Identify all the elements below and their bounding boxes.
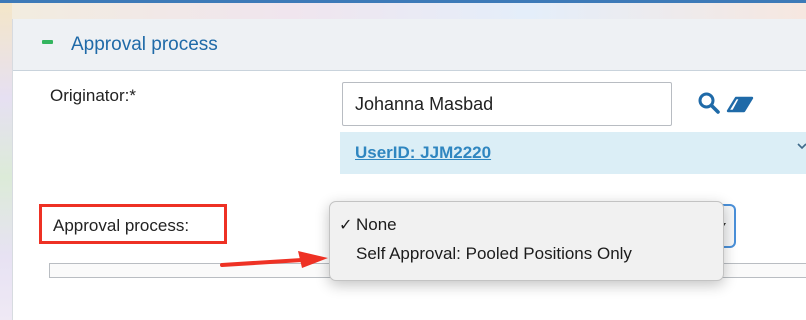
top-decoration-strip xyxy=(12,3,806,19)
approval-process-label-highlight: Approval process: xyxy=(39,204,227,244)
approval-process-dropdown: ✓ None Self Approval: Pooled Positions O… xyxy=(329,201,724,281)
checkmark-icon: ✓ xyxy=(339,217,353,234)
option-none[interactable]: ✓ None xyxy=(330,215,723,239)
option-label: Self Approval: Pooled Positions Only xyxy=(356,244,632,263)
section-title: Approval process xyxy=(71,34,218,55)
chevron-down-icon[interactable] xyxy=(797,140,806,152)
minus-icon[interactable] xyxy=(42,40,53,44)
option-self-approval[interactable]: Self Approval: Pooled Positions Only xyxy=(330,244,723,268)
eraser-icon[interactable] xyxy=(726,95,754,113)
left-decoration-strip xyxy=(0,3,12,320)
section-header[interactable]: Approval process xyxy=(13,19,806,71)
option-label: None xyxy=(356,215,397,234)
approval-process-panel: Approval process Originator:* UserID: JJ… xyxy=(12,19,806,320)
originator-label: Originator:* xyxy=(50,86,136,105)
annotation-arrow-icon xyxy=(220,251,328,268)
search-icon[interactable] xyxy=(697,91,721,115)
user-id-link[interactable]: UserID: JJM2220 xyxy=(355,143,491,163)
user-id-bar: UserID: JJM2220 xyxy=(340,132,806,174)
approval-process-label: Approval process: xyxy=(53,216,190,235)
originator-input[interactable] xyxy=(342,82,672,126)
